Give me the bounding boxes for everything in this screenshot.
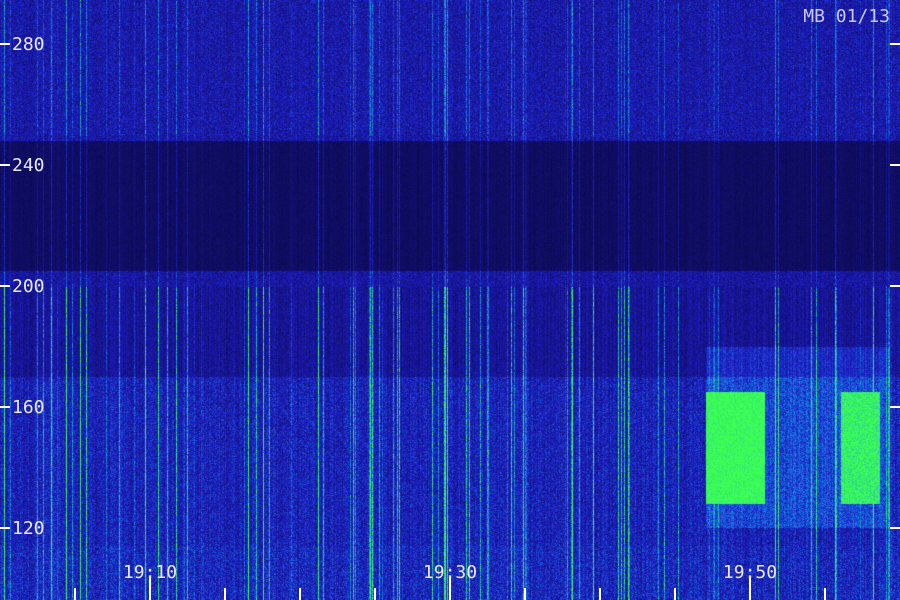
x-tick-label: 19:10 (123, 562, 177, 583)
axis-overlay: 120 160 200 240 280 19:10 19:30 19:50 (0, 34, 900, 600)
x-tick-label: 19:50 (723, 562, 777, 583)
y-tick-label: 120 (12, 518, 45, 539)
y-tick-label: 200 (12, 276, 45, 297)
y-tick-label: 160 (12, 397, 45, 418)
spectrogram-panel: 120 160 200 240 280 19:10 19:30 19:50 MB 01/13 (0, 0, 900, 600)
x-tick-label: 19:30 (423, 562, 477, 583)
date-stamp: MB 01/13 (803, 6, 890, 27)
y-tick-label: 240 (12, 155, 45, 176)
y-tick-label: 280 (12, 34, 45, 55)
